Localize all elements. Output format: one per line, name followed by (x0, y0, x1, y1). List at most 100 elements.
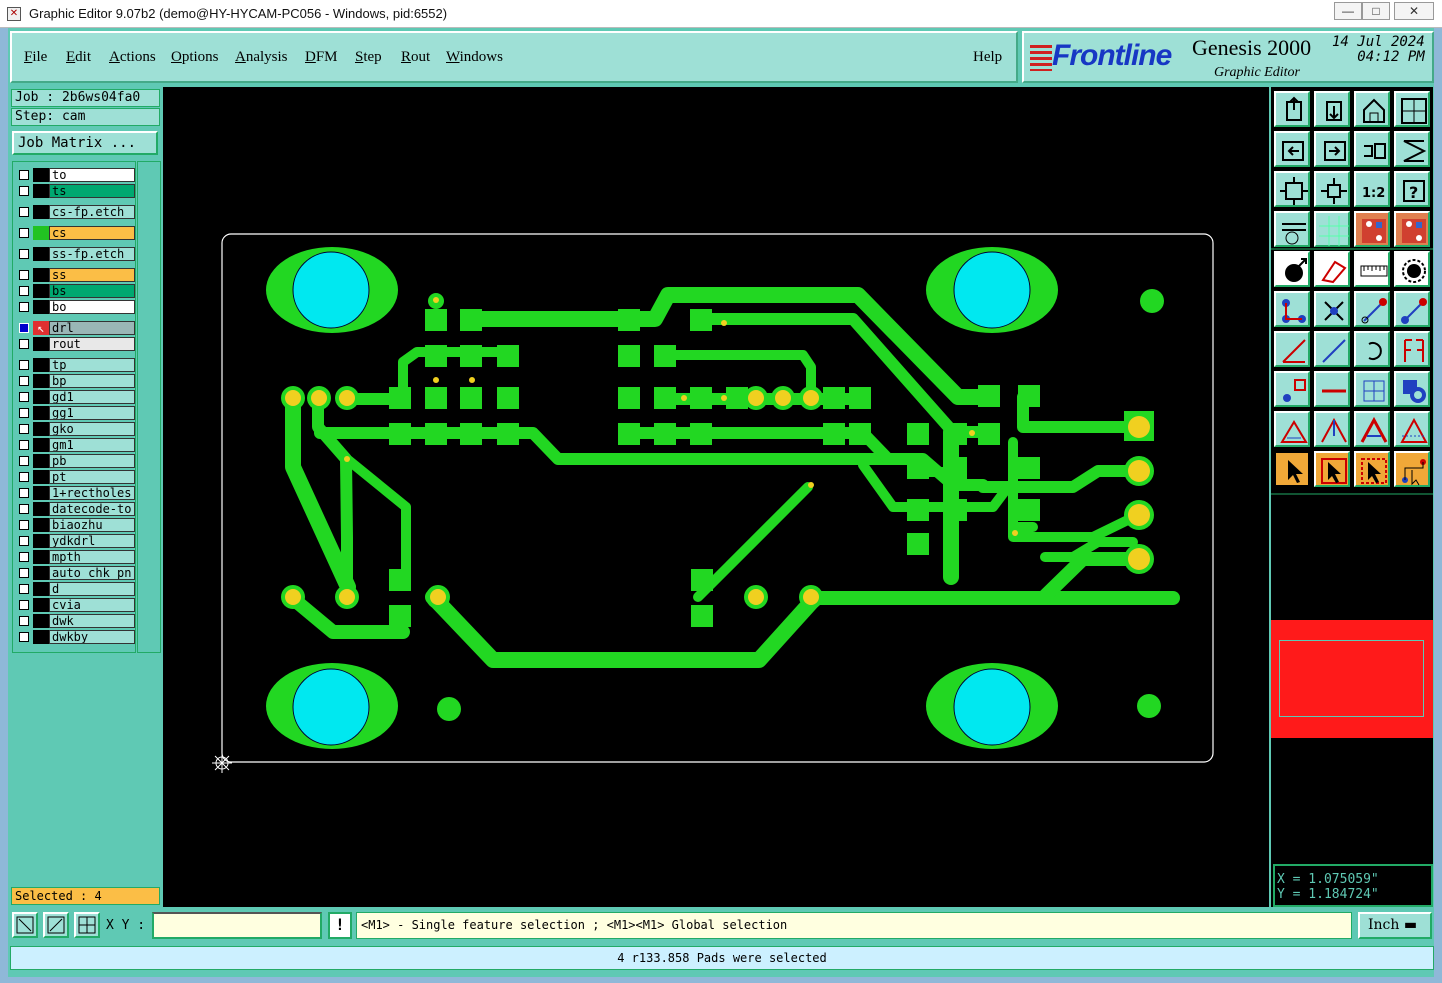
cross-button[interactable] (1314, 291, 1350, 327)
center-pad-button[interactable] (1354, 371, 1390, 407)
layer-checkbox[interactable] (19, 228, 29, 238)
layer-row-auto_chk_pn[interactable]: auto_chk_pn (15, 566, 135, 580)
layer-row-to[interactable]: to (15, 168, 135, 182)
pan-right-button[interactable] (1314, 131, 1350, 167)
pointer-net-button[interactable] (1394, 451, 1430, 487)
layer-checkbox[interactable] (19, 408, 29, 418)
layer-row-bs[interactable]: bs (15, 284, 135, 298)
layer-checkbox[interactable] (19, 170, 29, 180)
undo-view-button[interactable] (1354, 131, 1390, 167)
layer-checkbox[interactable] (19, 568, 29, 578)
menu-rout[interactable]: Rout (401, 49, 430, 66)
connect-button[interactable] (1274, 291, 1310, 327)
layer-checkbox[interactable] (19, 488, 29, 498)
layer-checkbox[interactable] (19, 323, 29, 333)
layer-checkbox[interactable] (19, 504, 29, 514)
layer-checkbox[interactable] (19, 270, 29, 280)
unit-selector[interactable]: Inch ▬ (1358, 912, 1432, 939)
menu-options[interactable]: Options (171, 49, 219, 66)
graphic-canvas[interactable] (163, 87, 1269, 907)
layer-row-drl[interactable]: ↖ drl (15, 321, 135, 335)
circle-button[interactable] (1394, 251, 1430, 287)
triangle-button[interactable] (1274, 411, 1310, 447)
layer-checkbox[interactable] (19, 286, 29, 296)
mirror-button[interactable] (1394, 331, 1430, 367)
measure-mode-icon[interactable] (43, 912, 69, 938)
pcb-drawing[interactable] (163, 87, 1269, 907)
layer-row-ts[interactable]: ts (15, 184, 135, 198)
layer-row-mpth[interactable]: mpth (15, 550, 135, 564)
pointer-box-button[interactable] (1314, 451, 1350, 487)
window-button[interactable] (1394, 91, 1430, 127)
home-view-button[interactable] (1354, 91, 1390, 127)
redraw-button[interactable] (1394, 131, 1430, 167)
grid-mode-icon[interactable] (74, 912, 100, 938)
layer-checkbox[interactable] (19, 472, 29, 482)
layer-row-pt[interactable]: pt (15, 470, 135, 484)
menu-file[interactable]: File (24, 49, 47, 66)
layer-row-cs[interactable]: cs (15, 226, 135, 240)
layer-row-rout[interactable]: rout (15, 337, 135, 351)
layer-row-biaozhu[interactable]: biaozhu (15, 518, 135, 532)
select-pad-button[interactable] (1274, 251, 1310, 287)
arrow-triangle-button[interactable] (1314, 411, 1350, 447)
ruler-button[interactable] (1354, 251, 1390, 287)
shape-button[interactable] (1314, 251, 1350, 287)
layer-checkbox[interactable] (19, 520, 29, 530)
close-button[interactable]: ✕ (1394, 2, 1434, 20)
pointer-button[interactable] (1274, 451, 1310, 487)
layer-row-gko[interactable]: gko (15, 422, 135, 436)
menu-actions[interactable]: Actions (109, 49, 156, 66)
layer-row-cs-fp.etch[interactable]: cs-fp.etch (15, 205, 135, 219)
layer-checkbox[interactable] (19, 440, 29, 450)
segment-button[interactable] (1314, 371, 1350, 407)
layer-row-ss[interactable]: ss (15, 268, 135, 282)
layer-checkbox[interactable] (19, 424, 29, 434)
warning-icon[interactable]: ! (328, 912, 352, 939)
layer-checkbox[interactable] (19, 456, 29, 466)
layer-row-bo[interactable]: bo (15, 300, 135, 314)
layer-checkbox[interactable] (19, 339, 29, 349)
measure-button[interactable] (1274, 211, 1310, 247)
scale-1-2-button[interactable]: 1:2 (1354, 171, 1390, 207)
maximize-button[interactable]: □ (1362, 2, 1390, 20)
minimize-button[interactable]: — (1334, 2, 1362, 20)
layer-row-gm1[interactable]: gm1 (15, 438, 135, 452)
layer-scrollbar[interactable] (137, 161, 161, 653)
arc-button[interactable] (1354, 331, 1390, 367)
layer-row-pb[interactable]: pb (15, 454, 135, 468)
layer-row-gd1[interactable]: gd1 (15, 390, 135, 404)
layer-checkbox[interactable] (19, 360, 29, 370)
line-button[interactable] (1274, 331, 1310, 367)
layer-checkbox[interactable] (19, 186, 29, 196)
layer-row-bp[interactable]: bp (15, 374, 135, 388)
fit-center-button[interactable] (1314, 171, 1350, 207)
hatch-button[interactable] (1394, 411, 1430, 447)
layer-row-1+rectholes[interactable]: 1+rectholes (15, 486, 135, 500)
layer-row-cvia[interactable]: cvia (15, 598, 135, 612)
layer-checkbox[interactable] (19, 536, 29, 546)
grid-button[interactable] (1314, 211, 1350, 247)
slash-button[interactable] (1314, 331, 1350, 367)
layer-checkbox[interactable] (19, 249, 29, 259)
job-matrix-button[interactable]: Job Matrix ... (12, 131, 158, 155)
layer-row-datecode-to[interactable]: datecode-to (15, 502, 135, 516)
pointer-select-button[interactable] (1354, 451, 1390, 487)
menu-windows[interactable]: Windows (446, 49, 503, 66)
xy-input[interactable] (152, 912, 322, 939)
layer-row-dwk[interactable]: dwk (15, 614, 135, 628)
layer-checkbox[interactable] (19, 584, 29, 594)
layer-checkbox[interactable] (19, 302, 29, 312)
frame-button[interactable] (1354, 411, 1390, 447)
pad-move-button[interactable] (1274, 371, 1310, 407)
menu-dfm[interactable]: DFM (305, 49, 338, 66)
layer-row-dwkby[interactable]: dwkby (15, 630, 135, 644)
layer-checkbox[interactable] (19, 616, 29, 626)
preview-panel[interactable] (1271, 620, 1433, 738)
layer-row-tp[interactable]: tp (15, 358, 135, 372)
layer-checkbox[interactable] (19, 207, 29, 217)
pan-left-button[interactable] (1274, 131, 1310, 167)
zoom-back-button[interactable] (1314, 91, 1350, 127)
zoom-home-button[interactable] (1274, 91, 1310, 127)
layer-checkbox[interactable] (19, 376, 29, 386)
